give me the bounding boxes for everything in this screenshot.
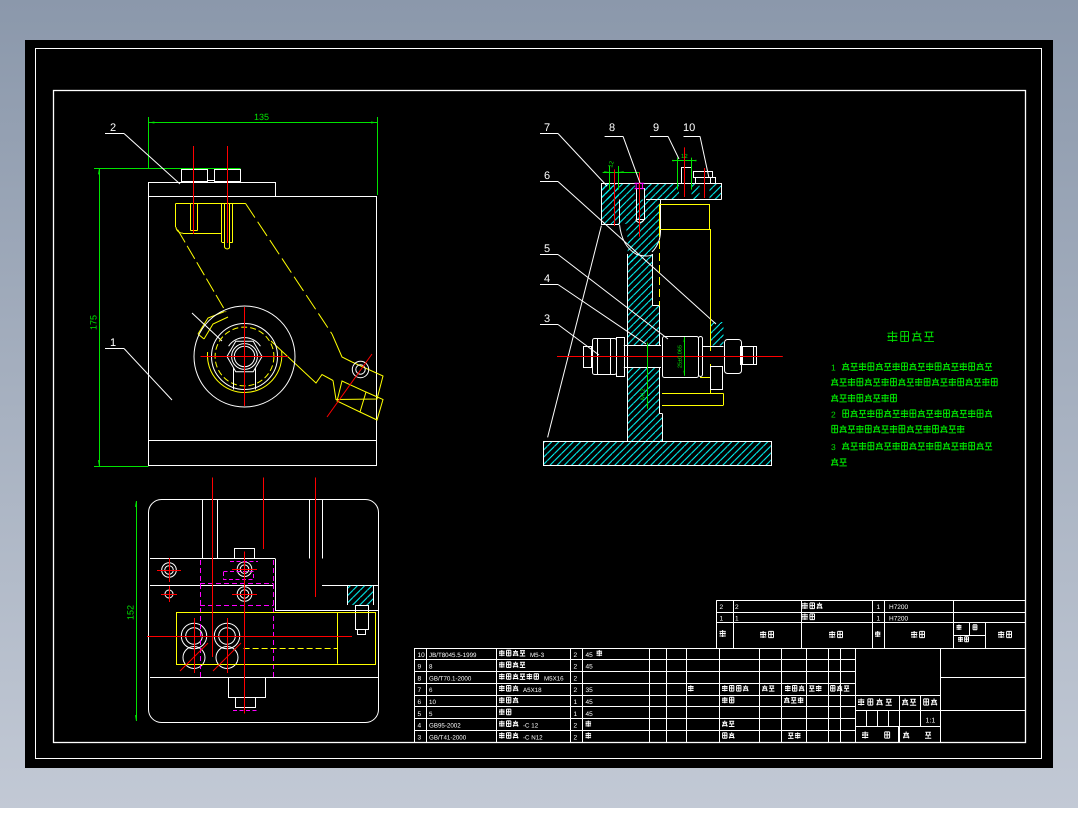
svg-text:H7200: H7200	[889, 604, 909, 611]
svg-text:6: 6	[418, 699, 422, 706]
svg-text:3: 3	[418, 734, 422, 741]
svg-text:5: 5	[429, 711, 433, 718]
svg-text:10: 10	[683, 122, 695, 134]
svg-text:H7200: H7200	[889, 616, 909, 623]
svg-text:35: 35	[586, 687, 594, 694]
svg-text:JB/T8045.5-1999: JB/T8045.5-1999	[429, 652, 477, 659]
svg-text:8: 8	[418, 675, 422, 682]
svg-text:1: 1	[831, 363, 836, 373]
svg-text:1: 1	[877, 616, 881, 623]
svg-text:45: 45	[586, 699, 594, 706]
svg-text:2: 2	[574, 652, 578, 659]
svg-text:175: 175	[89, 315, 99, 330]
svg-text:45: 45	[586, 664, 594, 671]
svg-text:7: 7	[418, 687, 422, 694]
svg-text:1: 1	[110, 337, 116, 349]
svg-text:10: 10	[418, 652, 426, 659]
svg-text:A5X18: A5X18	[523, 687, 542, 694]
svg-text:25±0.065: 25±0.065	[678, 345, 684, 368]
svg-text:5: 5	[544, 243, 550, 255]
svg-text:2: 2	[574, 675, 578, 682]
svg-text:2: 2	[720, 604, 724, 611]
svg-text:3: 3	[831, 442, 836, 452]
svg-text:45: 45	[586, 711, 594, 718]
svg-text:9: 9	[653, 122, 659, 134]
svg-text:-C N12: -C N12	[523, 734, 543, 741]
svg-text:1: 1	[574, 711, 578, 718]
svg-text:6: 6	[544, 170, 550, 182]
svg-text:GB/T41-2000: GB/T41-2000	[429, 734, 467, 741]
svg-text:2: 2	[574, 723, 578, 730]
svg-text:10: 10	[429, 699, 436, 706]
svg-text:M5X16: M5X16	[544, 675, 564, 682]
svg-text:1:1: 1:1	[926, 718, 936, 725]
svg-text:-C 12: -C 12	[523, 723, 539, 730]
svg-text:2: 2	[574, 687, 578, 694]
svg-text:8: 8	[429, 664, 433, 671]
svg-text:1: 1	[574, 699, 578, 706]
svg-text:GB/T70.1-2000: GB/T70.1-2000	[429, 675, 472, 682]
svg-text:6: 6	[429, 687, 433, 694]
svg-text:M5-3: M5-3	[530, 652, 545, 659]
svg-text:2: 2	[110, 122, 116, 134]
svg-text:1: 1	[735, 616, 739, 623]
svg-text:2: 2	[831, 410, 836, 420]
svg-text:4: 4	[418, 723, 422, 730]
svg-text:152: 152	[126, 605, 136, 620]
svg-text:7: 7	[544, 122, 550, 134]
svg-text:5: 5	[418, 711, 422, 718]
svg-text:3: 3	[544, 313, 550, 325]
svg-text:M12: M12	[640, 388, 647, 400]
svg-text:8: 8	[609, 122, 615, 134]
svg-text:45: 45	[586, 652, 594, 659]
svg-text:1: 1	[877, 604, 881, 611]
svg-text:2: 2	[574, 734, 578, 741]
svg-text:4: 4	[544, 273, 550, 285]
svg-text:9: 9	[418, 664, 422, 671]
svg-text:2: 2	[735, 604, 739, 611]
svg-text:135: 135	[254, 112, 269, 122]
svg-text:2: 2	[574, 664, 578, 671]
svg-text:GB95-2002: GB95-2002	[429, 723, 461, 730]
svg-text:1: 1	[720, 616, 724, 623]
